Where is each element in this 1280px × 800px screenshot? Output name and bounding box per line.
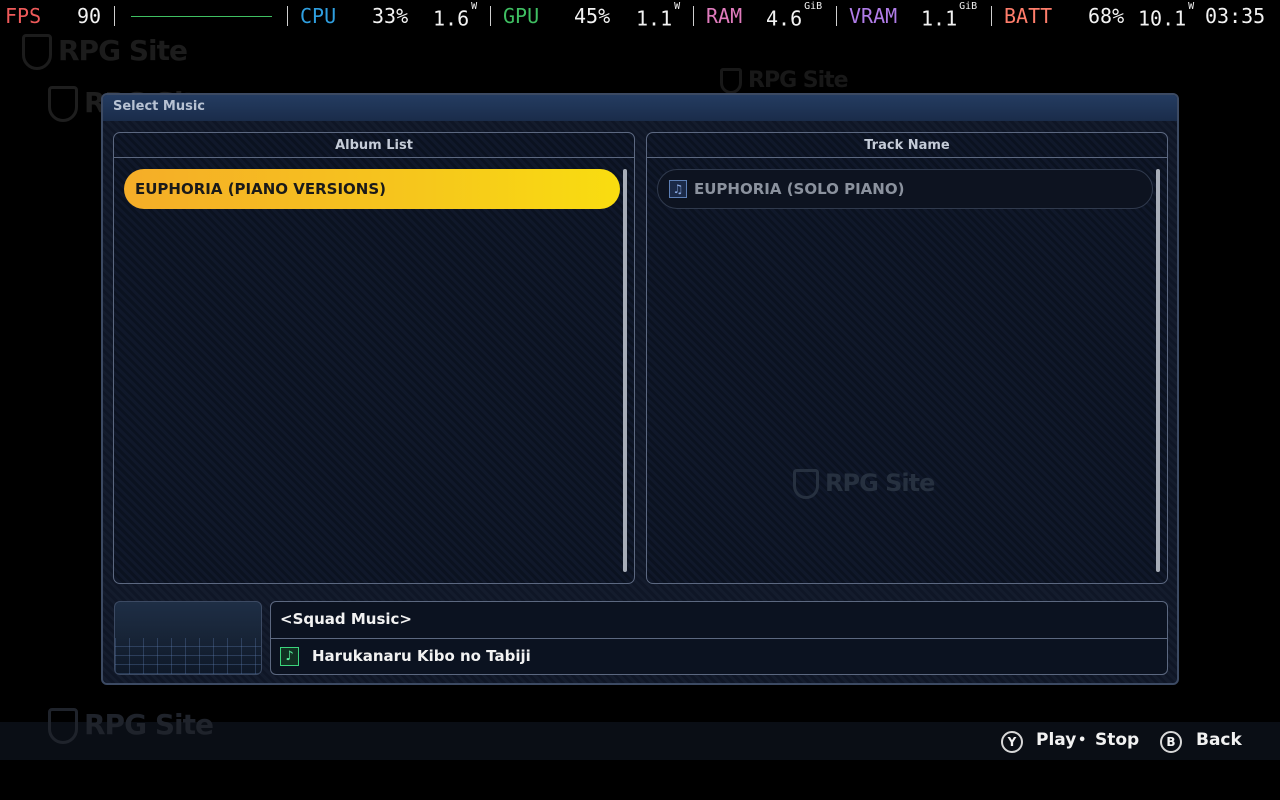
fps-label: FPS (5, 4, 42, 28)
shield-icon (793, 469, 819, 499)
album-item-selected[interactable]: EUPHORIA (PIANO VERSIONS) (124, 169, 620, 209)
cpu-label: CPU (300, 4, 337, 28)
vram-label: VRAM (849, 4, 898, 28)
overlay-divider (287, 6, 288, 26)
track-list-header: Track Name (647, 133, 1167, 158)
album-thumbnail (114, 601, 262, 675)
now-playing-category: <Squad Music> (280, 610, 413, 628)
y-button-icon: Y (1001, 731, 1023, 753)
frametime-graph (131, 16, 272, 17)
overlay-divider (114, 6, 115, 26)
b-button-icon: B (1160, 731, 1182, 753)
overlay-divider (490, 6, 491, 26)
cpu-power: 1.6W (433, 1, 478, 31)
music-file-icon: ♫ (669, 180, 687, 198)
now-playing-song: Harukanaru Kibo no Tabiji (312, 647, 531, 665)
album-list-header: Album List (114, 133, 634, 158)
fps-value: 90 (77, 4, 102, 28)
shield-icon (720, 68, 742, 94)
batt-label: BATT (1004, 4, 1053, 28)
vram-value: 1.1GiB (921, 1, 978, 31)
gpu-label: GPU (503, 4, 540, 28)
overlay-divider (693, 6, 694, 26)
prompt-separator: • (1078, 733, 1087, 748)
performance-overlay: FPS 90 CPU 33% 1.6W GPU 45% 1.1W RAM 4.6… (0, 0, 1280, 32)
now-playing-info: <Squad Music> ♪ Harukanaru Kibo no Tabij… (270, 601, 1168, 675)
ram-label: RAM (706, 4, 743, 28)
watermark-logo: RPG Site (793, 469, 935, 499)
album-list-panel: Album List EUPHORIA (PIANO VERSIONS) (113, 132, 635, 584)
dialog-header: Select Music (103, 95, 1177, 121)
gpu-usage: 45% (574, 4, 611, 28)
overlay-divider (836, 6, 837, 26)
ram-value: 4.6GiB (766, 1, 823, 31)
track-item[interactable]: ♫ EUPHORIA (SOLO PIANO) (657, 169, 1153, 209)
track-list-scrollbar[interactable] (1156, 169, 1160, 572)
shield-icon (22, 34, 52, 70)
shield-icon (48, 708, 78, 744)
dialog-title: Select Music (113, 99, 205, 114)
button-prompt-bar: RPG Site Y Play • Stop B Back (0, 708, 1280, 760)
gpu-power: 1.1W (636, 1, 681, 31)
batt-percent: 68% (1088, 4, 1125, 28)
overlay-divider (991, 6, 992, 26)
batt-power: 10.1W (1138, 1, 1195, 31)
watermark-logo: RPG Site (720, 68, 849, 94)
info-divider (271, 638, 1167, 639)
stop-prompt[interactable]: Stop (1095, 730, 1139, 750)
track-item-label: EUPHORIA (SOLO PIANO) (694, 180, 905, 198)
select-music-dialog: Select Music Album List EUPHORIA (PIANO … (101, 93, 1179, 685)
album-item-label: EUPHORIA (PIANO VERSIONS) (135, 180, 387, 198)
play-prompt[interactable]: Play (1036, 730, 1076, 750)
track-list-panel: Track Name ♫ EUPHORIA (SOLO PIANO) RPG S… (646, 132, 1168, 584)
album-list-scrollbar[interactable] (623, 169, 627, 572)
back-prompt[interactable]: Back (1196, 730, 1242, 750)
watermark-logo: RPG Site (22, 34, 188, 70)
music-note-icon: ♪ (280, 647, 299, 666)
watermark-logo: RPG Site (48, 708, 214, 744)
clock-time: 03:35 (1205, 4, 1266, 28)
thumbnail-grid (115, 638, 261, 674)
shield-icon (48, 86, 78, 122)
cpu-usage: 33% (372, 4, 409, 28)
